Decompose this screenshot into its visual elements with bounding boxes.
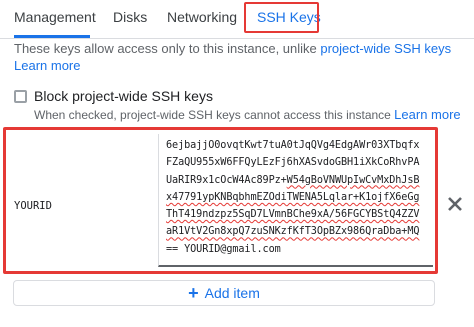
key-line: aR1VtV2Gn8xpQ7zuSNKzfKfT3OpBZx986QraDba+… xyxy=(166,226,420,238)
learn-more-link[interactable]: Learn more xyxy=(14,58,80,73)
remove-key-button[interactable] xyxy=(442,191,468,217)
learn-more-row: Learn more xyxy=(14,57,80,74)
block-keys-learn-more-link[interactable]: Learn more xyxy=(394,107,460,122)
key-line: FZaQU955xW6FFQyLEzFj6hXASvdoGBH1iXkCoRhv… xyxy=(166,157,420,169)
ssh-keys-description: These keys allow access only to this ins… xyxy=(14,40,464,57)
description-text: These keys allow access only to this ins… xyxy=(14,41,321,56)
ssh-key-username: YOURID xyxy=(14,200,52,212)
block-project-wide-keys-label: Block project-wide SSH keys xyxy=(34,88,213,104)
tab-management[interactable]: Management xyxy=(14,9,96,25)
plus-icon: + xyxy=(188,283,199,303)
key-line: UaRIR9x1cOcW4Ac89Pz+W54gBoVNWUpIwCvMxDhJ… xyxy=(166,172,433,189)
ssh-key-textarea[interactable]: 6ejbajjO0ovqtKwt7tuA0tJqQVg4EdgAWr03XTbq… xyxy=(158,134,433,267)
block-project-wide-keys-checkbox[interactable] xyxy=(14,90,27,103)
key-line-part: W54gBoVNWUpIwCvMxDhJsB xyxy=(286,174,420,186)
block-keys-help: When checked, project-wide SSH keys cann… xyxy=(34,107,461,122)
active-tab-indicator xyxy=(14,35,90,38)
add-item-label: Add item xyxy=(204,285,260,301)
key-line: 6ejbajjO0ovqtKwt7tuA0tJqQVg4EdgAWr03XTbq… xyxy=(166,140,420,151)
key-line: == YOURID@gmail.com xyxy=(166,243,281,255)
ssh-keys-tab-highlight xyxy=(244,2,319,33)
key-line: ThT419ndzpz5SqD7LVmnBChe9xA/56FGCYBStQ4Z… xyxy=(166,209,420,221)
key-line: x47791ypKNBqbhmEZOdiTWENA5Lqlar+K1ojfX6e… xyxy=(166,191,420,203)
tab-bar: Management Disks Networking SSH Keys xyxy=(0,0,474,39)
add-item-button[interactable]: + Add item xyxy=(13,280,435,306)
key-line-part: UaRIR9x1cOcW4Ac89Pz+ xyxy=(166,174,287,186)
close-icon xyxy=(448,197,462,211)
block-keys-help-text: When checked, project-wide SSH keys cann… xyxy=(34,108,395,122)
project-wide-ssh-keys-link[interactable]: project-wide SSH keys xyxy=(320,41,451,56)
tab-networking[interactable]: Networking xyxy=(167,9,237,25)
tab-disks[interactable]: Disks xyxy=(113,9,147,25)
